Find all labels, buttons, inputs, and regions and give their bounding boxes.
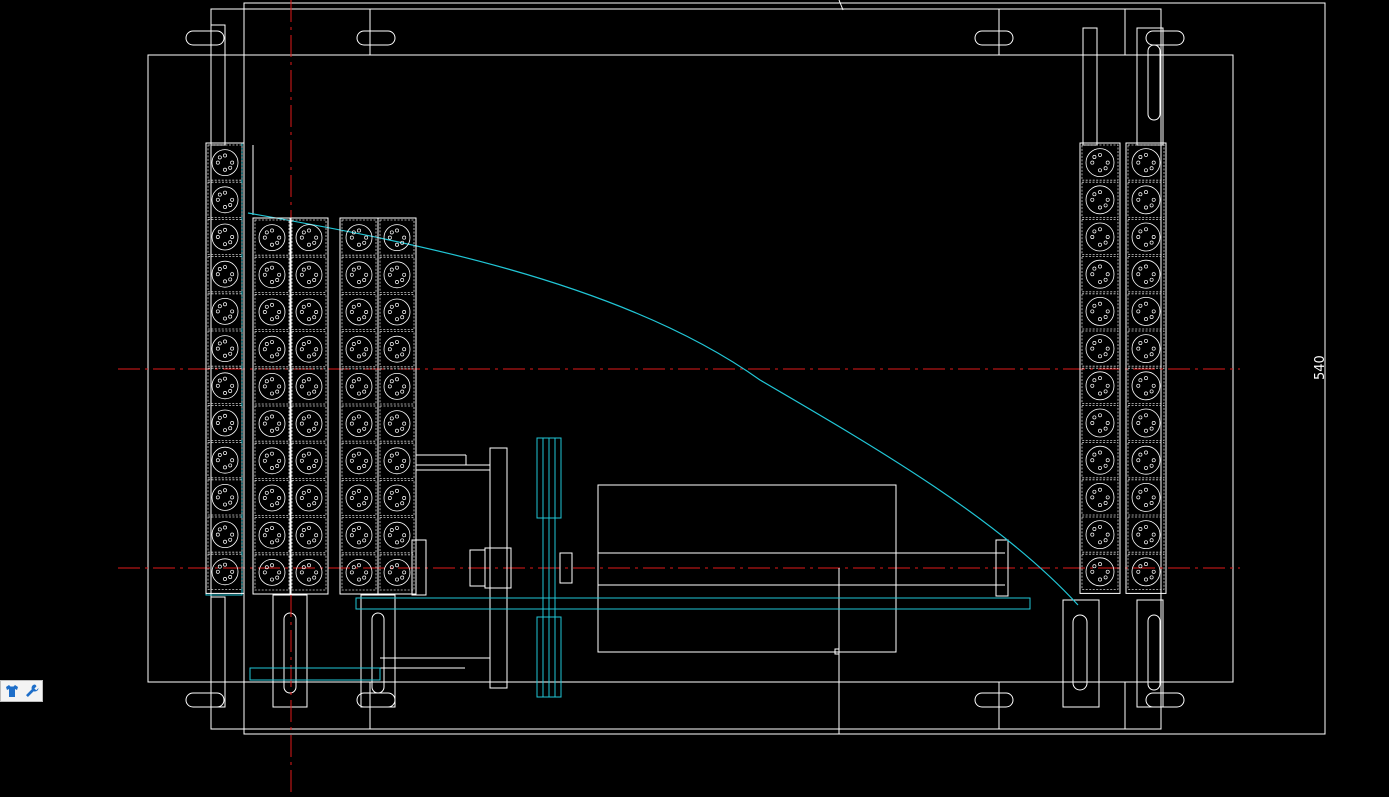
cell bbox=[341, 517, 377, 554]
cell bbox=[341, 479, 377, 516]
cell bbox=[254, 442, 290, 479]
left-inner-column-b bbox=[289, 217, 329, 595]
right-column-a bbox=[1079, 142, 1121, 594]
cell bbox=[341, 331, 377, 368]
cell bbox=[1081, 256, 1119, 293]
cell bbox=[1127, 516, 1165, 553]
cell bbox=[254, 256, 290, 293]
cell bbox=[341, 442, 377, 479]
cell bbox=[254, 219, 290, 256]
cell bbox=[207, 181, 243, 218]
cell bbox=[254, 479, 290, 516]
shirt-icon[interactable] bbox=[4, 683, 20, 699]
cell bbox=[379, 293, 415, 330]
far-left-column bbox=[205, 142, 245, 594]
cell bbox=[291, 331, 327, 368]
cell bbox=[291, 293, 327, 330]
cell bbox=[207, 516, 243, 553]
cell bbox=[1127, 293, 1165, 330]
cell bbox=[379, 442, 415, 479]
dimension-text: 540 bbox=[1313, 355, 1328, 380]
cell bbox=[341, 405, 377, 442]
cell bbox=[291, 517, 327, 554]
cell bbox=[1081, 404, 1119, 441]
cell bbox=[254, 405, 290, 442]
cell bbox=[1081, 144, 1119, 181]
cell bbox=[291, 219, 327, 256]
cell bbox=[254, 293, 290, 330]
cell bbox=[254, 368, 290, 405]
cell bbox=[207, 218, 243, 255]
cell bbox=[291, 442, 327, 479]
cyan-arc-curve bbox=[247, 212, 1079, 606]
cell bbox=[1127, 218, 1165, 255]
cell bbox=[1081, 218, 1119, 255]
cell bbox=[341, 256, 377, 293]
cell bbox=[1127, 144, 1165, 181]
centerlines bbox=[118, 0, 1240, 797]
cell bbox=[379, 479, 415, 516]
cell bbox=[207, 404, 243, 441]
cell bbox=[1081, 330, 1119, 367]
cell bbox=[341, 368, 377, 405]
cell bbox=[254, 331, 290, 368]
cell bbox=[341, 219, 377, 256]
cell bbox=[291, 368, 327, 405]
cell bbox=[291, 256, 327, 293]
cell bbox=[291, 554, 327, 591]
cell bbox=[207, 479, 243, 516]
cell bbox=[379, 368, 415, 405]
cell bbox=[207, 293, 243, 330]
cell bbox=[291, 405, 327, 442]
cell bbox=[1081, 293, 1119, 330]
cell bbox=[1081, 181, 1119, 218]
cell bbox=[207, 256, 243, 293]
cell bbox=[291, 479, 327, 516]
cell bbox=[1081, 553, 1119, 590]
cell bbox=[379, 331, 415, 368]
cell bbox=[1127, 404, 1165, 441]
cell bbox=[379, 517, 415, 554]
cell bbox=[379, 256, 415, 293]
cell bbox=[1081, 442, 1119, 479]
cell bbox=[207, 553, 243, 590]
cell bbox=[1081, 516, 1119, 553]
cell bbox=[341, 293, 377, 330]
cell bbox=[207, 367, 243, 404]
cad-drawing-canvas[interactable]: 540 bbox=[0, 0, 1389, 797]
cell bbox=[1127, 367, 1165, 404]
cell bbox=[1127, 181, 1165, 218]
cell bbox=[341, 554, 377, 591]
cell bbox=[207, 442, 243, 479]
cell bbox=[254, 517, 290, 554]
cell bbox=[1081, 479, 1119, 516]
cell bbox=[254, 554, 290, 591]
cell bbox=[1127, 553, 1165, 590]
cell bbox=[1127, 256, 1165, 293]
cell bbox=[379, 405, 415, 442]
cell bbox=[1081, 367, 1119, 404]
cell bbox=[379, 554, 415, 591]
cell bbox=[1127, 442, 1165, 479]
pulley-assembly bbox=[205, 142, 1079, 698]
quick-toolbar bbox=[0, 680, 43, 702]
cell bbox=[1127, 330, 1165, 367]
center-left-column-a bbox=[339, 217, 379, 595]
drive-mechanism bbox=[252, 145, 1009, 734]
right-column-b bbox=[1125, 142, 1167, 594]
cell bbox=[207, 330, 243, 367]
cell bbox=[379, 219, 415, 256]
wrench-icon[interactable] bbox=[24, 683, 40, 699]
left-inner-column-a bbox=[252, 217, 292, 595]
cell bbox=[207, 144, 243, 181]
center-left-column-b bbox=[377, 217, 417, 595]
cell bbox=[1127, 479, 1165, 516]
